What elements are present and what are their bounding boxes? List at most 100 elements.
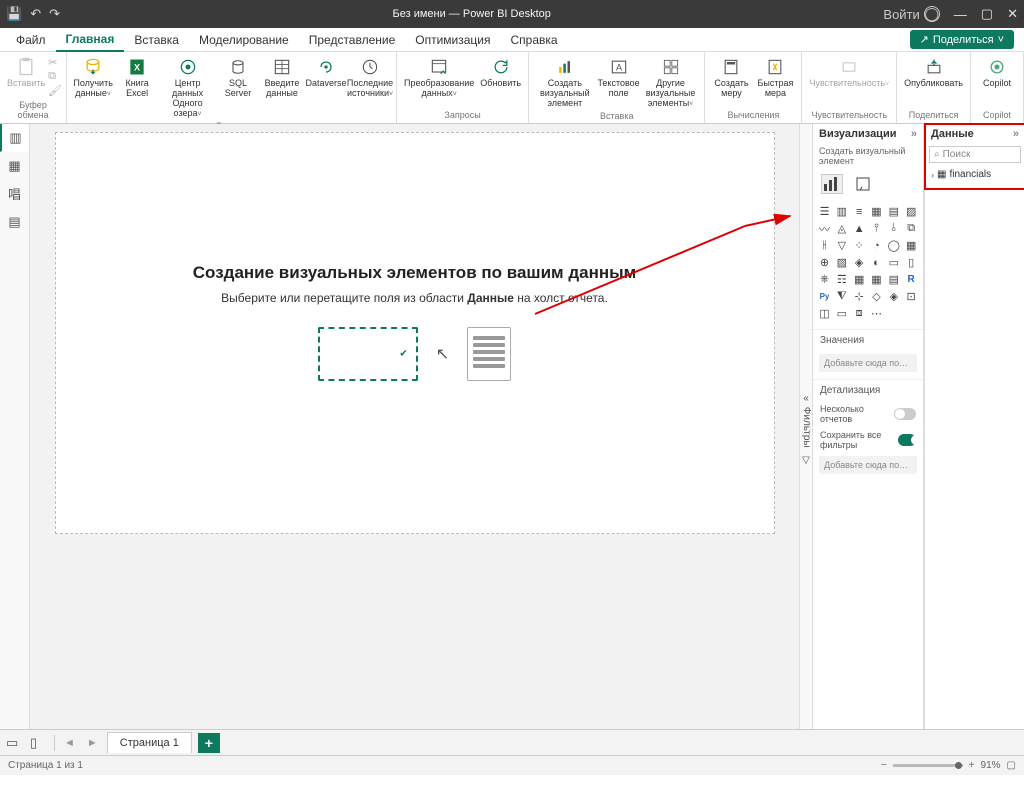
enter-data-button[interactable]: Введите данные [260,54,304,101]
cut-icon[interactable]: ✂ [48,56,62,69]
tab-home[interactable]: Главная [56,28,125,52]
sql-button[interactable]: SQL Server [216,54,260,101]
copilot-button[interactable]: Copilot [975,54,1019,91]
table-view-icon[interactable]: ▦ [0,152,29,180]
slicer-icon[interactable]: ☶ [834,272,849,287]
publish-button[interactable]: Опубликовать [901,54,966,91]
area-icon[interactable]: ◬ [834,221,849,236]
donut-icon[interactable]: ◯ [886,238,901,253]
scatter-icon[interactable]: ⁘ [852,238,867,253]
tab-insert[interactable]: Вставка [124,29,189,51]
minimize-icon[interactable]: — [954,7,967,22]
page-tab-1[interactable]: Страница 1 [107,732,192,753]
canvas-page[interactable]: Создание визуальных элементов по вашим д… [55,132,775,534]
filled-map-icon[interactable]: ▧ [834,255,849,270]
dax-view-icon[interactable]: ▤ [0,208,29,236]
gauge-icon[interactable]: ◐ [869,255,884,270]
tab-modeling[interactable]: Моделирование [189,29,299,51]
format-visual-icon[interactable] [853,174,875,194]
text-box-button[interactable]: AТекстовое поле [597,54,641,101]
r-visual-icon[interactable]: R [904,272,919,287]
report-view-icon[interactable]: ▥ [0,124,29,152]
next-page-icon[interactable]: ► [84,737,101,749]
cross-report-toggle[interactable] [894,408,916,420]
clustered-bar-icon[interactable]: ≡ [852,204,867,219]
ribbon-chart-icon[interactable]: ⧉ [904,221,919,236]
table-financials[interactable]: ›▦financials [925,165,1024,184]
maximize-icon[interactable]: ▢ [981,6,993,22]
report-canvas[interactable]: Создание визуальных элементов по вашим д… [30,124,799,729]
tab-file[interactable]: Файл [6,29,56,51]
prev-page-icon[interactable]: ◄ [61,737,78,749]
quick-measure-button[interactable]: Быстрая мера [753,54,797,101]
close-icon[interactable]: ✕ [1007,6,1018,22]
get-data-button[interactable]: Получить данные˅ [71,54,115,101]
format-painter-icon[interactable]: 🖌 [48,84,62,97]
desktop-layout-icon[interactable]: ▭ [6,735,24,751]
line-icon[interactable]: 〰 [817,221,832,236]
zoom-in-icon[interactable]: + [969,760,975,771]
tab-optimize[interactable]: Оптимизация [405,29,500,51]
tab-view[interactable]: Представление [299,29,406,51]
table-icon[interactable]: ▦ [852,272,867,287]
table2-icon[interactable]: ▤ [886,272,901,287]
kpi-icon[interactable]: ⎈ [817,272,832,287]
redo-icon[interactable]: ↷ [49,6,60,22]
drill-dropzone[interactable]: Добавьте сюда поля дета... [819,456,917,474]
paginated-icon[interactable]: ⊡ [904,289,919,304]
share-button[interactable]: ↗Поделиться ˅ [910,30,1014,49]
transform-data-button[interactable]: Преобразование данных˅ [401,54,477,101]
treemap-icon[interactable]: ▦ [904,238,919,253]
recent-sources-button[interactable]: Последние источники˅ [348,54,392,101]
build-visual-icon[interactable] [821,174,843,194]
expand-icon[interactable]: » [911,128,917,140]
zoom-out-icon[interactable]: − [881,760,887,771]
clustered-column-icon[interactable]: ▦ [869,204,884,219]
new-visual-button[interactable]: Создать визуальный элемент [533,54,597,111]
card-icon[interactable]: ▭ [886,255,901,270]
100-bar-icon[interactable]: ▤ [886,204,901,219]
stacked-area-icon[interactable]: ▲ [852,221,867,236]
stacked-column-icon[interactable]: ▥ [834,204,849,219]
key-influencers-icon[interactable]: ⧨ [834,289,849,304]
multi-card-icon[interactable]: ▯ [904,255,919,270]
excel-button[interactable]: XКнига Excel [115,54,159,101]
fit-page-icon[interactable]: ▢ [1007,760,1016,771]
expand-icon[interactable]: » [1013,128,1019,140]
undo-icon[interactable]: ↶ [30,6,41,22]
line-column-icon[interactable]: ⫯ [869,221,884,236]
refresh-button[interactable]: Обновить [477,54,524,91]
azure-map-icon[interactable]: ◈ [852,255,867,270]
sensitivity-button[interactable]: Чувствительность˅ [806,54,892,91]
python-visual-icon[interactable]: Py [817,289,832,304]
100-column-icon[interactable]: ▨ [904,204,919,219]
line-clustered-icon[interactable]: ⫰ [886,221,901,236]
tab-help[interactable]: Справка [501,29,568,51]
save-icon[interactable]: 💾 [6,6,22,22]
zoom-slider[interactable] [893,764,963,767]
decomposition-icon[interactable]: ⊹ [852,289,867,304]
matrix-icon[interactable]: ▦ [869,272,884,287]
new-measure-button[interactable]: Создать меру [709,54,753,101]
waterfall-icon[interactable]: ⫲ [817,238,832,253]
mobile-layout-icon[interactable]: ▯ [30,735,48,751]
more-visuals-icon[interactable]: ⋯ [869,306,884,321]
keep-filters-toggle[interactable] [898,434,916,446]
filters-pane-collapsed[interactable]: « Фильтры ▽ [799,124,813,729]
login-button[interactable]: Войти◯ [883,6,939,22]
funnel-icon[interactable]: ▽ [834,238,849,253]
model-view-icon[interactable]: 唱 [0,180,29,208]
pie-icon[interactable]: ◔ [869,238,884,253]
dataverse-button[interactable]: Dataverse [304,54,348,91]
paste-button[interactable]: Вставить [4,54,48,91]
values-dropzone[interactable]: Добавьте сюда поля с дан... [819,354,917,372]
onelake-button[interactable]: Центр данных Одного озера˅ [159,54,216,121]
powerapps-icon[interactable]: ◫ [817,306,832,321]
more-visuals-button[interactable]: Другие визуальные элементы˅ [641,54,701,111]
qa-icon[interactable]: ◇ [869,289,884,304]
stacked-bar-icon[interactable]: ☰ [817,204,832,219]
narrative-icon[interactable]: ◈ [886,289,901,304]
map-icon[interactable]: ⊕ [817,255,832,270]
search-input[interactable]: ⌕Поиск [929,146,1021,163]
goals-icon[interactable]: ⧈ [852,306,867,321]
